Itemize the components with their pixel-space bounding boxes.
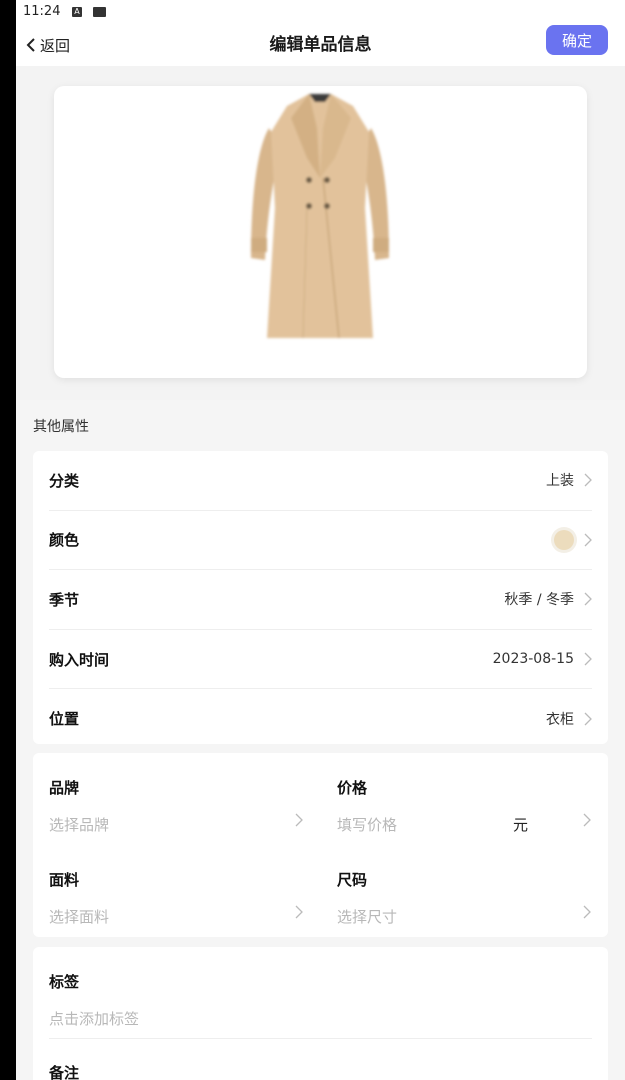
chevron-right-icon <box>583 813 591 827</box>
chevron-right-icon <box>584 533 592 547</box>
location-value: 衣柜 <box>546 711 574 728</box>
status-time: 11:24 <box>23 4 61 19</box>
location-label: 位置 <box>49 710 80 729</box>
season-label: 季节 <box>49 590 80 609</box>
purchase-date-row[interactable]: 购入时间 2023-08-15 <box>49 630 592 690</box>
season-value: 秋季 / 冬季 <box>504 592 574 609</box>
season-row[interactable]: 季节 秋季 / 冬季 <box>49 570 592 630</box>
color-swatch <box>554 529 574 550</box>
add-tags-input[interactable]: 点击添加标签 <box>49 1008 139 1029</box>
brand-label: 品牌 <box>49 779 80 797</box>
category-row[interactable]: 分类 上装 <box>49 451 592 511</box>
price-unit: 元 <box>513 816 529 834</box>
location-row[interactable]: 位置 衣柜 <box>49 689 592 748</box>
brand-field[interactable]: 品牌 选择品牌 <box>33 753 303 845</box>
tags-notes-card: 标签 点击添加标签 备注 <box>33 947 608 1080</box>
purchase-date-label: 购入时间 <box>49 650 110 669</box>
notes-label: 备注 <box>49 1064 80 1080</box>
tags-label: 标签 <box>49 973 80 991</box>
status-bar: 11:24 A <box>16 0 625 24</box>
notification-a-icon: A <box>72 7 82 17</box>
details-card: 品牌 选择品牌 价格 填写价格 元 面料 选择面料 尺码 选择尺寸 <box>33 753 608 937</box>
folder-icon <box>93 7 106 17</box>
fabric-label: 面料 <box>49 871 80 889</box>
chevron-right-icon <box>295 905 303 919</box>
size-placeholder: 选择尺寸 <box>337 908 398 926</box>
divider <box>49 1038 592 1039</box>
confirm-button[interactable]: 确定 <box>546 25 608 55</box>
price-input[interactable]: 填写价格 <box>337 814 397 835</box>
color-row[interactable]: 颜色 <box>49 511 592 571</box>
chevron-right-icon <box>584 712 592 726</box>
chevron-right-icon <box>584 473 592 487</box>
chevron-right-icon <box>584 652 592 666</box>
purchase-date-value: 2023-08-15 <box>492 651 574 668</box>
chevron-right-icon <box>295 813 303 827</box>
price-label: 价格 <box>337 779 368 797</box>
chevron-right-icon <box>583 905 591 919</box>
category-label: 分类 <box>49 471 80 490</box>
size-field[interactable]: 尺码 选择尺寸 <box>321 845 591 937</box>
category-value: 上装 <box>546 473 574 490</box>
image-section <box>16 66 625 400</box>
item-image-card[interactable] <box>54 86 587 378</box>
fabric-field[interactable]: 面料 选择面料 <box>33 845 303 937</box>
phone-screen: 11:24 A 返回 编辑单品信息 确定 其他属性 分类 上装 颜色 季节 秋季… <box>16 0 625 1080</box>
attributes-card: 分类 上装 颜色 季节 秋季 / 冬季 购入时间 2023-08-15 位置 衣… <box>33 451 608 744</box>
brand-placeholder: 选择品牌 <box>49 816 110 834</box>
price-field[interactable]: 价格 填写价格 元 <box>321 753 591 845</box>
fabric-placeholder: 选择面料 <box>49 908 110 926</box>
page-title: 编辑单品信息 <box>269 35 372 55</box>
size-label: 尺码 <box>337 871 368 889</box>
nav-bar: 返回 编辑单品信息 确定 <box>16 24 625 66</box>
other-attributes-title: 其他属性 <box>33 419 89 435</box>
coat-image <box>251 94 389 339</box>
chevron-right-icon <box>584 593 592 606</box>
color-label: 颜色 <box>49 531 80 550</box>
